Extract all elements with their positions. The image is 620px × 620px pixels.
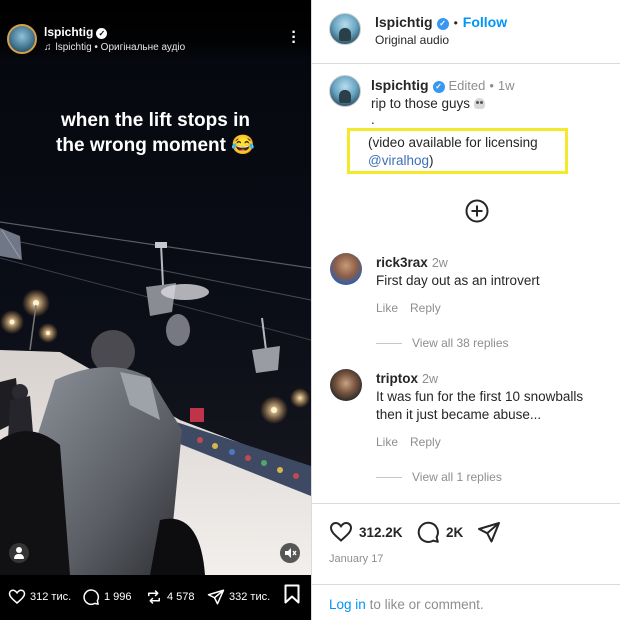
comment-header: rick3rax 2w [376, 255, 448, 270]
comment-username[interactable]: triptox [376, 371, 418, 386]
caption-text: rip to those guys [371, 96, 471, 111]
video-player[interactable]: lspichtig ✓ ♫ lspichtig • Оригінальне ауді… [0, 0, 311, 620]
verified-icon: ✓ [432, 81, 445, 93]
edited-label: Edited [448, 78, 486, 93]
comment-header: triptox 2w [376, 371, 438, 386]
comment-reply-button[interactable]: Reply [410, 435, 441, 449]
comment-avatar[interactable] [330, 369, 362, 401]
separator-dot: • [489, 78, 494, 93]
video-share-button[interactable]: 332 тис. [207, 587, 270, 607]
comment-time: 2w [422, 372, 438, 386]
video-caption-line-1: when the lift stops in [61, 110, 250, 131]
video-comment-count: 1 996 [104, 591, 132, 603]
video-share-count: 332 тис. [229, 591, 271, 603]
share-icon [207, 589, 225, 605]
highlight-box [347, 128, 568, 174]
caption-avatar[interactable] [329, 75, 361, 107]
caption-username[interactable]: lspichtig [371, 77, 429, 93]
video-comment-button[interactable]: 1 996 [82, 587, 132, 607]
login-link[interactable]: Log in [329, 597, 366, 612]
share-icon [478, 522, 500, 543]
view-replies-button[interactable]: View all 1 replies [376, 470, 502, 484]
comment-avatar[interactable] [330, 253, 362, 285]
video-repost-count: 4 578 [167, 591, 195, 603]
replies-divider [376, 476, 402, 478]
view-replies-label[interactable]: View all 38 replies [412, 336, 509, 350]
login-prompt: Log in to like or comment. [312, 584, 620, 620]
comment-username[interactable]: rick3rax [376, 255, 428, 270]
comment-text-line-1: It was fun for the first 10 snowballs [376, 389, 584, 404]
heart-icon [8, 589, 26, 604]
video-username[interactable]: lspichtig ✓ [44, 25, 108, 39]
comment-icon [83, 589, 100, 606]
comment-reply-button[interactable]: Reply [410, 301, 441, 315]
author-avatar[interactable] [329, 13, 361, 45]
more-options-icon[interactable]: · · · [288, 25, 300, 51]
video-repost-button[interactable]: 4 578 [145, 587, 195, 607]
video-stats-bar: 312 тис. 1 996 4 578 332 тис. [0, 575, 311, 620]
video-like-button[interactable]: 312 тис. [8, 587, 71, 607]
video-caption-overlay: when the lift stops in the wrong moment … [0, 108, 311, 158]
bookmark-icon[interactable] [284, 584, 300, 604]
author-username[interactable]: lspichtig [375, 14, 433, 30]
original-audio-link[interactable]: Original audio [375, 33, 449, 47]
caption-line-2: . [371, 112, 375, 127]
comment-actions: Like Reply [376, 435, 441, 449]
post-comment-count: 2K [446, 524, 464, 540]
verified-icon: ✓ [96, 28, 108, 39]
view-replies-button[interactable]: View all 38 replies [376, 336, 509, 350]
comment-text: First day out as an introvert [376, 273, 540, 288]
skull-emoji-icon [474, 98, 486, 109]
video-like-count: 312 тис. [30, 591, 72, 603]
person-tag-icon[interactable] [9, 543, 29, 563]
repost-icon [148, 590, 160, 604]
post-share-button[interactable] [477, 520, 507, 544]
video-username-text[interactable]: lspichtig [44, 25, 93, 39]
mute-icon[interactable] [280, 543, 300, 563]
comment-text-line-2: then it just became abuse... [376, 407, 542, 422]
verified-icon: ✓ [436, 18, 449, 30]
login-prompt-text: Log in to like or comment. [329, 597, 484, 612]
music-note-icon: ♫ [44, 42, 52, 53]
comment-like-button[interactable]: Like [376, 301, 398, 315]
post-comment-button[interactable]: 2K [416, 520, 463, 544]
video-frame [0, 0, 311, 575]
login-suffix: to like or comment. [369, 597, 484, 612]
comment-like-button[interactable]: Like [376, 435, 398, 449]
video-audio-label[interactable]: lspichtig • Оригінальне аудіо [56, 42, 186, 53]
video-caption-line-2: the wrong moment 😂 [56, 135, 255, 156]
comment-time: 2w [431, 256, 448, 270]
post-date: January 17 [329, 553, 384, 565]
caption-time: 1w [497, 78, 515, 93]
post-like-count: 312.2K [359, 524, 403, 540]
video-audio-info[interactable]: ♫ lspichtig • Оригінальне аудіо [44, 42, 185, 53]
replies-divider [376, 342, 402, 344]
post-header: lspichtig ✓ • Follow Original audio [312, 0, 620, 64]
add-circle-icon[interactable] [465, 199, 489, 223]
separator-dot: • [453, 16, 458, 30]
comment-icon [417, 521, 439, 543]
caption-header: lspichtig ✓ Edited • 1w [371, 77, 515, 93]
follow-button[interactable]: Follow [463, 14, 507, 30]
view-replies-label[interactable]: View all 1 replies [412, 470, 502, 484]
video-avatar[interactable] [7, 24, 37, 54]
post-like-button[interactable]: 312.2K [329, 520, 403, 544]
post-panel: lspichtig ✓ • Follow Original audio lspicht… [311, 0, 620, 620]
post-actions-bar: 312.2K 2K January 17 Log in to like or c… [312, 503, 620, 620]
comment-actions: Like Reply [376, 301, 441, 315]
caption-line-1: rip to those guys [371, 96, 486, 111]
heart-icon [329, 521, 353, 542]
author-name-row: lspichtig ✓ • Follow [375, 14, 507, 30]
